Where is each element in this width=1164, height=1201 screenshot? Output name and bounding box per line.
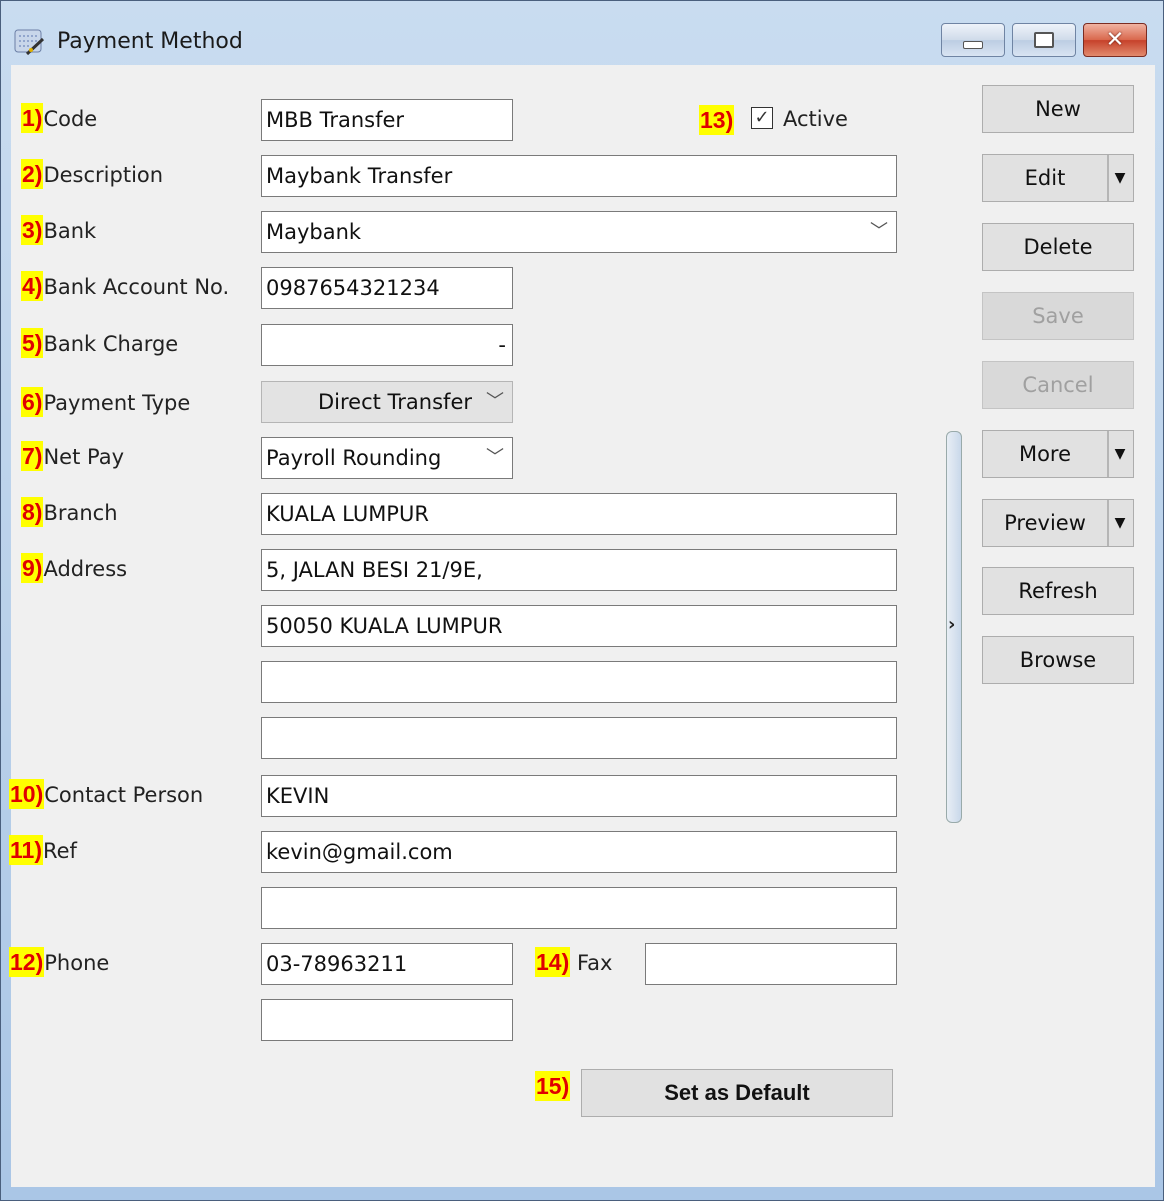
contact-person-label-text: Contact Person bbox=[44, 783, 204, 807]
preview-dropdown-arrow-icon[interactable]: ▼ bbox=[1107, 500, 1133, 546]
delete-button[interactable]: Delete bbox=[982, 223, 1134, 271]
active-label: Active bbox=[783, 107, 848, 131]
ref-line-2-input[interactable] bbox=[261, 887, 897, 929]
branch-label: 8)Branch bbox=[21, 497, 118, 527]
bank-account-input[interactable]: 0987654321234 bbox=[261, 267, 513, 309]
payment-type-label: 6)Payment Type bbox=[21, 387, 190, 417]
code-input[interactable]: MBB Transfer bbox=[261, 99, 513, 141]
bank-label-text: Bank bbox=[43, 219, 97, 243]
maximize-button[interactable] bbox=[1012, 23, 1076, 57]
net-pay-label-text: Net Pay bbox=[43, 445, 125, 469]
callout-6: 6) bbox=[21, 387, 44, 417]
chevron-down-icon: ﹀ bbox=[486, 391, 504, 412]
browse-button[interactable]: Browse bbox=[982, 636, 1134, 684]
address-line-1-input[interactable]: 5, JALAN BESI 21/9E, bbox=[261, 549, 897, 591]
set-as-default-button[interactable]: Set as Default bbox=[581, 1069, 893, 1117]
callout-7: 7) bbox=[21, 441, 44, 471]
callout-12: 12) bbox=[9, 947, 45, 977]
phone-label-text: Phone bbox=[44, 951, 110, 975]
fax-label: 14) Fax bbox=[535, 947, 612, 977]
code-label: 1)Code bbox=[21, 103, 97, 133]
callout-15: 15) bbox=[535, 1071, 571, 1101]
fax-label-text: Fax bbox=[576, 951, 613, 975]
bank-charge-label: 5)Bank Charge bbox=[21, 328, 178, 358]
form-area: 1)Code MBB Transfer 13) ✓ Active 2)Descr… bbox=[9, 65, 1155, 1187]
fax-input[interactable] bbox=[645, 943, 897, 985]
edit-button-group: Edit ▼ bbox=[982, 154, 1134, 202]
callout-13: 13) bbox=[699, 105, 735, 135]
maximize-icon bbox=[1034, 32, 1054, 48]
callout-4: 4) bbox=[21, 271, 44, 301]
new-button[interactable]: New bbox=[982, 85, 1134, 133]
contact-person-label: 10)Contact Person bbox=[9, 779, 203, 809]
bank-select[interactable]: Maybank ﹀ bbox=[261, 211, 897, 253]
payment-type-label-text: Payment Type bbox=[43, 391, 191, 415]
callout-8: 8) bbox=[21, 497, 44, 527]
more-button-group: More ▼ bbox=[982, 430, 1134, 478]
active-callout: 13) bbox=[699, 105, 735, 135]
more-dropdown-arrow-icon[interactable]: ▼ bbox=[1107, 431, 1133, 477]
phone-label: 12)Phone bbox=[9, 947, 109, 977]
description-input[interactable]: Maybank Transfer bbox=[261, 155, 897, 197]
edit-button[interactable]: Edit bbox=[983, 155, 1109, 201]
bank-charge-label-text: Bank Charge bbox=[43, 332, 179, 356]
save-button[interactable]: Save bbox=[982, 292, 1134, 340]
minimize-button[interactable] bbox=[941, 23, 1005, 57]
edit-dropdown-arrow-icon[interactable]: ▼ bbox=[1107, 155, 1133, 201]
window-title: Payment Method bbox=[57, 29, 243, 54]
chevron-right-icon: › bbox=[948, 614, 956, 635]
branch-label-text: Branch bbox=[43, 501, 118, 525]
close-icon: ✕ bbox=[1105, 27, 1125, 53]
ref-label-text: Ref bbox=[42, 839, 77, 863]
address-label-text: Address bbox=[43, 557, 128, 581]
phone-2-input[interactable] bbox=[261, 999, 513, 1041]
bank-charge-input[interactable]: - bbox=[261, 324, 513, 366]
cancel-button[interactable]: Cancel bbox=[982, 361, 1134, 409]
bank-label: 3)Bank bbox=[21, 215, 96, 245]
contact-person-input[interactable]: KEVIN bbox=[261, 775, 897, 817]
net-pay-select[interactable]: Payroll Rounding ﹀ bbox=[261, 437, 513, 479]
code-label-text: Code bbox=[43, 107, 98, 131]
title-bar[interactable]: Payment Method ✕ bbox=[1, 1, 1163, 65]
branch-input[interactable]: KUALA LUMPUR bbox=[261, 493, 897, 535]
callout-10: 10) bbox=[9, 779, 45, 809]
close-button[interactable]: ✕ bbox=[1083, 23, 1147, 57]
refresh-button[interactable]: Refresh bbox=[982, 567, 1134, 615]
description-label-text: Description bbox=[43, 163, 164, 187]
bank-account-label-text: Bank Account No. bbox=[43, 275, 230, 299]
payment-method-window: Payment Method ✕ 1)Code MBB Transfer 13)… bbox=[0, 0, 1164, 1201]
callout-1: 1) bbox=[21, 103, 44, 133]
description-label: 2)Description bbox=[21, 159, 163, 189]
callout-3: 3) bbox=[21, 215, 44, 245]
net-pay-value: Payroll Rounding bbox=[266, 446, 442, 470]
bank-account-label: 4)Bank Account No. bbox=[21, 271, 229, 301]
more-button[interactable]: More bbox=[983, 431, 1109, 477]
preview-button-group: Preview ▼ bbox=[982, 499, 1134, 547]
address-line-3-input[interactable] bbox=[261, 661, 897, 703]
callout-2: 2) bbox=[21, 159, 44, 189]
panel-splitter[interactable]: › bbox=[946, 431, 962, 823]
phone-1-input[interactable]: 03-78963211 bbox=[261, 943, 513, 985]
chevron-down-icon: ﹀ bbox=[870, 221, 888, 242]
address-line-2-input[interactable]: 50050 KUALA LUMPUR bbox=[261, 605, 897, 647]
chevron-down-icon: ﹀ bbox=[486, 447, 504, 468]
callout-14: 14) bbox=[535, 947, 571, 977]
ref-line-1-input[interactable]: kevin@gmail.com bbox=[261, 831, 897, 873]
app-icon bbox=[14, 29, 45, 56]
payment-type-select[interactable]: Direct Transfer ﹀ bbox=[261, 381, 513, 423]
callout-11: 11) bbox=[9, 835, 43, 865]
address-label: 9)Address bbox=[21, 553, 127, 583]
ref-label: 11)Ref bbox=[9, 835, 77, 865]
set-default-callout: 15) bbox=[535, 1071, 571, 1101]
bank-select-value: Maybank bbox=[266, 220, 362, 244]
callout-5: 5) bbox=[21, 328, 44, 358]
net-pay-label: 7)Net Pay bbox=[21, 441, 124, 471]
active-checkbox[interactable]: ✓ bbox=[751, 107, 773, 129]
payment-type-value: Direct Transfer bbox=[318, 390, 472, 414]
minimize-icon bbox=[963, 41, 983, 49]
address-line-4-input[interactable] bbox=[261, 717, 897, 759]
callout-9: 9) bbox=[21, 553, 44, 583]
preview-button[interactable]: Preview bbox=[983, 500, 1109, 546]
